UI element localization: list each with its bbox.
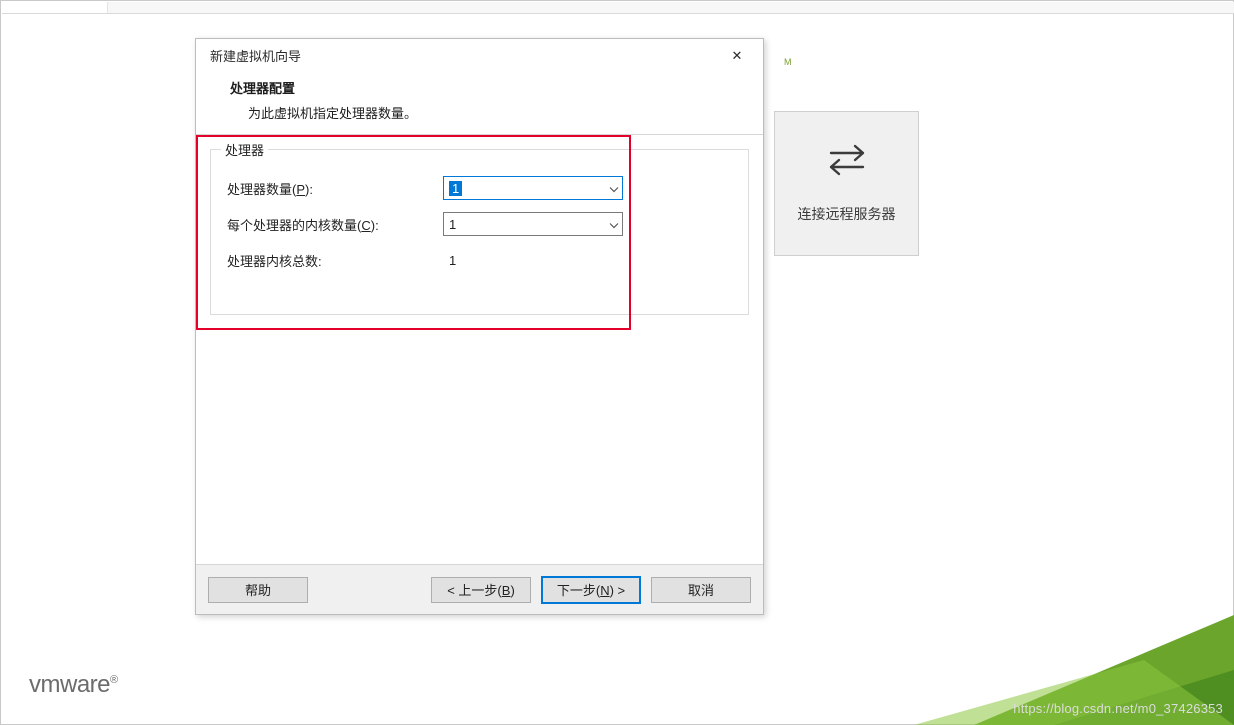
row-cores: 每个处理器的内核数量(C): 1 <box>223 206 736 242</box>
cores-dropdown[interactable]: 1 <box>443 212 623 236</box>
new-vm-wizard-dialog: 新建虚拟机向导 ✕ 处理器配置 为此虚拟机指定处理器数量。 处理器 处理器数量(… <box>195 38 764 615</box>
dialog-footer: 帮助 < 上一步(B) 下一步(N) > 取消 <box>196 564 763 614</box>
dialog-header: 处理器配置 为此虚拟机指定处理器数量。 <box>196 72 763 135</box>
processors-dropdown[interactable]: 1 <box>443 176 623 200</box>
cores-value: 1 <box>449 217 456 232</box>
connect-remote-label: 连接远程服务器 <box>798 204 896 224</box>
dialog-heading: 处理器配置 <box>214 78 745 97</box>
trademark-text: M <box>784 57 793 67</box>
chevron-down-icon <box>609 217 619 232</box>
chevron-down-icon <box>609 181 619 196</box>
cancel-button[interactable]: 取消 <box>651 577 751 603</box>
label-cores: 每个处理器的内核数量(C): <box>223 215 443 234</box>
row-total-cores: 处理器内核总数: 1 <box>223 242 736 278</box>
connect-remote-card[interactable]: 连接远程服务器 <box>774 111 919 256</box>
label-total-cores: 处理器内核总数: <box>223 251 443 270</box>
label-processors: 处理器数量(P): <box>223 179 443 198</box>
app-tab-strip <box>2 2 1234 14</box>
processors-value: 1 <box>449 181 462 196</box>
vmware-logo: vmware® <box>29 671 118 699</box>
processor-group: 处理器 处理器数量(P): 1 每个处理器的内核数量(C): <box>210 149 749 315</box>
back-button[interactable]: < 上一步(B) <box>431 577 531 603</box>
dialog-titlebar: 新建虚拟机向导 ✕ <box>196 39 763 72</box>
help-button[interactable]: 帮助 <box>208 577 308 603</box>
total-cores-value: 1 <box>443 253 456 268</box>
app-window: M 连接远程服务器 新建虚拟机向导 ✕ 处理器配置 为此虚拟机指定处理器数量。 … <box>0 0 1234 725</box>
dialog-subheading: 为此虚拟机指定处理器数量。 <box>214 103 745 122</box>
dialog-title: 新建虚拟机向导 <box>210 46 301 65</box>
group-legend: 处理器 <box>221 140 268 159</box>
row-processors: 处理器数量(P): 1 <box>223 170 736 206</box>
watermark-text: https://blog.csdn.net/m0_37426353 <box>1013 701 1223 716</box>
dialog-close-button[interactable]: ✕ <box>715 42 759 70</box>
next-button[interactable]: 下一步(N) > <box>541 576 641 604</box>
dialog-body: 处理器 处理器数量(P): 1 每个处理器的内核数量(C): <box>196 135 763 564</box>
transfer-arrows-icon <box>825 143 869 182</box>
